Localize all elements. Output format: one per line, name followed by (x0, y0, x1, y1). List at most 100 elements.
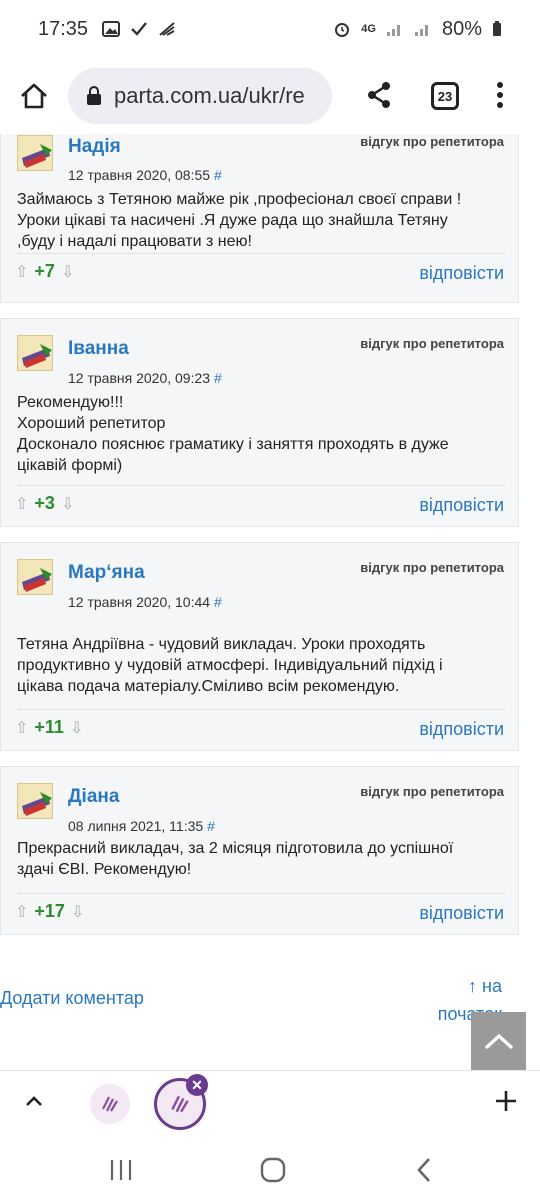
close-tab-button[interactable]: ✕ (186, 1074, 208, 1096)
status-right-icons: 4G 80% (333, 18, 502, 41)
review-date-text: 12 травня 2020, 09:23 (68, 370, 211, 386)
permalink[interactable]: # (214, 594, 222, 610)
back-icon (417, 1158, 430, 1182)
thumb-up-icon[interactable]: ⇧ (15, 262, 28, 282)
review-text: Рекомендую!!! Хороший репетитор Досконал… (17, 392, 507, 476)
divider (17, 893, 505, 894)
permalink[interactable]: # (214, 370, 222, 386)
review-type-tag: відгук про репетитора (360, 784, 504, 799)
site-favicon-icon (171, 1095, 189, 1113)
home-icon (21, 83, 47, 109)
review-date: 12 травня 2020, 09:23 # (68, 370, 222, 386)
browser-toolbar: parta.com.ua/ukr/re 23 (0, 58, 540, 134)
reviewer-name[interactable]: Іванна (68, 338, 129, 360)
address-bar[interactable]: parta.com.ua/ukr/re (68, 68, 332, 124)
review-type-tag: відгук про репетитора (360, 560, 504, 575)
review-line: Уроки цікаві та насичені .Я дуже рада що… (17, 212, 448, 229)
review-line: цікавій формі) (17, 457, 123, 474)
review-date-text: 12 травня 2020, 08:55 (68, 167, 211, 183)
thumb-down-icon[interactable]: ⇩ (61, 494, 74, 514)
chevron-up-icon (484, 1033, 513, 1049)
thumb-up-icon[interactable]: ⇧ (15, 902, 28, 922)
vote-score: +3 (34, 493, 55, 513)
permalink[interactable]: # (207, 818, 215, 834)
reviewer-name[interactable]: Надія (68, 136, 121, 158)
avatar (17, 335, 53, 371)
chevron-up-icon (26, 1096, 42, 1106)
more-menu-button[interactable] (492, 80, 508, 115)
review-text: Тетяна Андріївна - чудовий викладач. Уро… (17, 634, 507, 697)
vote-controls: ⇧ +17 ⇩ (15, 901, 84, 922)
recents-icon (110, 1160, 132, 1180)
avatar (17, 135, 53, 171)
home-nav-button[interactable] (260, 1157, 286, 1188)
review-date: 08 липня 2021, 11:35 # (68, 818, 215, 834)
review-type-tag: відгук про репетитора (360, 336, 504, 351)
share-button[interactable] (364, 80, 394, 115)
reply-link[interactable]: відповісти (419, 495, 504, 516)
thumb-down-icon[interactable]: ⇩ (70, 718, 83, 738)
review-line: Тетяна Андріївна - чудовий викладач. Уро… (17, 636, 426, 653)
thumb-up-icon[interactable]: ⇧ (15, 718, 28, 738)
plus-icon (496, 1091, 516, 1111)
avatar (17, 559, 53, 595)
divider (17, 485, 505, 486)
review-line: ,буду і надалі працювати з нею! (17, 233, 252, 250)
reviewer-name[interactable]: Діана (68, 786, 119, 808)
reply-link[interactable]: відповісти (419, 719, 504, 740)
vote-score: +7 (34, 261, 55, 281)
reply-link[interactable]: відповісти (419, 903, 504, 924)
thumb-down-icon[interactable]: ⇩ (71, 902, 84, 922)
review-line: Рекомендую!!! (17, 394, 124, 411)
divider (17, 709, 505, 710)
signal-icon (386, 25, 400, 36)
home-button[interactable] (14, 76, 54, 116)
review-line: продуктивно у чудовій атмосфері. Індивід… (17, 657, 443, 674)
system-navigation-bar (0, 1136, 540, 1204)
permalink[interactable]: # (214, 167, 222, 183)
lock-icon (87, 86, 101, 105)
review-date-text: 08 липня 2021, 11:35 (68, 818, 204, 834)
review-text: Прекрасний викладач, за 2 місяця підгото… (17, 838, 507, 880)
back-button[interactable] (414, 1156, 434, 1189)
avatar-image-icon (22, 344, 52, 368)
vote-controls: ⇧ +3 ⇩ (15, 493, 74, 514)
review-line: Хороший репетитор (17, 415, 166, 432)
review-card: Надія відгук про репетитора 12 травня 20… (0, 134, 519, 303)
review-line: здачі ЄВІ. Рекомендую! (17, 861, 192, 878)
add-comment-link[interactable]: Додати коментар (0, 988, 144, 1009)
review-line: Прекрасний викладач, за 2 місяця підгото… (17, 840, 454, 857)
battery-icon (493, 21, 501, 36)
signal-icon-2 (414, 25, 428, 36)
check-icon (131, 22, 147, 36)
page-content: Надія відгук про репетитора 12 травня 20… (0, 134, 540, 1070)
home-nav-icon (260, 1157, 286, 1183)
tab-switcher-bar: ✕ (0, 1070, 540, 1136)
tabs-count-button[interactable]: 23 (431, 82, 459, 110)
review-text: Займаюсь з Тетяною майже рік ,професіона… (17, 189, 507, 252)
vote-controls: ⇧ +11 ⇩ (15, 717, 83, 738)
alarm-icon (335, 23, 350, 37)
network-type: 4G (361, 23, 376, 35)
scroll-to-top-button[interactable] (471, 1012, 526, 1070)
recents-button[interactable] (108, 1158, 134, 1187)
reply-link[interactable]: відповісти (419, 263, 504, 284)
review-date-text: 12 травня 2020, 10:44 (68, 594, 211, 610)
vote-score: +17 (34, 901, 65, 921)
expand-tabs-button[interactable] (22, 1089, 46, 1118)
divider (17, 253, 505, 254)
review-card: Мар‘яна відгук про репетитора 12 травня … (0, 542, 519, 751)
site-favicon-icon (102, 1096, 118, 1112)
reviewer-name[interactable]: Мар‘яна (68, 562, 145, 584)
thumb-down-icon[interactable]: ⇩ (61, 262, 74, 282)
new-tab-button[interactable] (494, 1087, 518, 1121)
vote-score: +11 (34, 717, 64, 737)
avatar-image-icon (22, 568, 52, 592)
review-date: 12 травня 2020, 10:44 # (68, 594, 222, 610)
review-date: 12 травня 2020, 08:55 # (68, 167, 222, 183)
review-line: Досконало пояснює граматику і заняття пр… (17, 436, 449, 453)
review-card: Іванна відгук про репетитора 12 травня 2… (0, 318, 519, 527)
thumb-up-icon[interactable]: ⇧ (15, 494, 28, 514)
tab-thumbnail[interactable] (90, 1084, 130, 1124)
status-time: 17:35 (38, 17, 89, 40)
